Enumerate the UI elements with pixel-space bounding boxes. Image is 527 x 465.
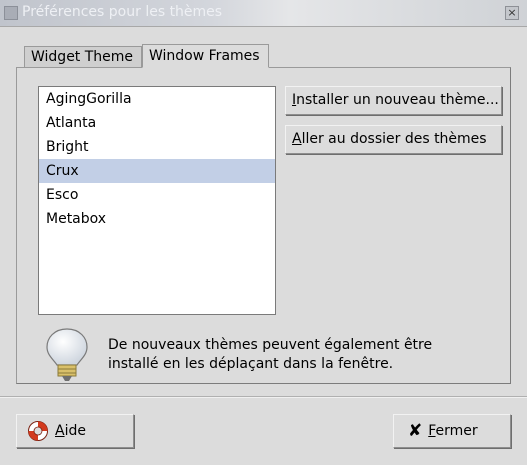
folder-mnemonic: A bbox=[292, 131, 302, 147]
info-text: De nouveaux thèmes peuvent également êtr… bbox=[108, 336, 432, 374]
list-item[interactable]: Metabox bbox=[39, 207, 275, 231]
list-item-selected[interactable]: Crux bbox=[39, 159, 275, 183]
list-item[interactable]: Bright bbox=[39, 135, 275, 159]
close-label: ermer bbox=[435, 423, 478, 439]
window-title: Préférences pour les thèmes bbox=[22, 4, 223, 20]
folder-label: ller au dossier des thèmes bbox=[301, 131, 487, 147]
open-theme-folder-button[interactable]: Aller au dossier des thèmes bbox=[285, 125, 502, 154]
list-item[interactable]: Atlanta bbox=[39, 111, 275, 135]
dialog-separator bbox=[0, 396, 527, 398]
help-mnemonic: A bbox=[55, 423, 65, 439]
help-button[interactable]: Aide bbox=[16, 414, 134, 448]
x-icon: ✘ bbox=[408, 421, 423, 441]
list-item[interactable]: Esco bbox=[39, 183, 275, 207]
install-label: nstaller un nouveau thème... bbox=[296, 92, 499, 108]
tab-window-frames[interactable]: Window Frames bbox=[142, 44, 269, 68]
close-mnemonic: F bbox=[428, 423, 436, 439]
lightbulb-icon bbox=[46, 328, 88, 381]
window-menu-icon[interactable] bbox=[4, 6, 18, 20]
window-close-button[interactable]: × bbox=[505, 6, 519, 20]
tab-widget-theme[interactable]: Widget Theme bbox=[24, 46, 142, 67]
install-theme-button[interactable]: Installer un nouveau thème... bbox=[285, 86, 502, 115]
info-line-1: De nouveaux thèmes peuvent également êtr… bbox=[108, 337, 433, 353]
title-bar[interactable]: Préférences pour les thèmes × bbox=[0, 0, 527, 27]
help-label: ide bbox=[64, 423, 86, 439]
close-button[interactable]: ✘ Fermer bbox=[393, 414, 511, 448]
info-line-2: installé en les déplaçant dans la fenêtr… bbox=[108, 356, 394, 372]
theme-preferences-window: Préférences pour les thèmes × Widget The… bbox=[0, 0, 527, 465]
list-item[interactable]: AgingGorilla bbox=[39, 87, 275, 111]
lifebuoy-icon bbox=[28, 421, 48, 441]
theme-list[interactable]: AgingGorilla Atlanta Bright Crux Esco Me… bbox=[38, 86, 276, 315]
